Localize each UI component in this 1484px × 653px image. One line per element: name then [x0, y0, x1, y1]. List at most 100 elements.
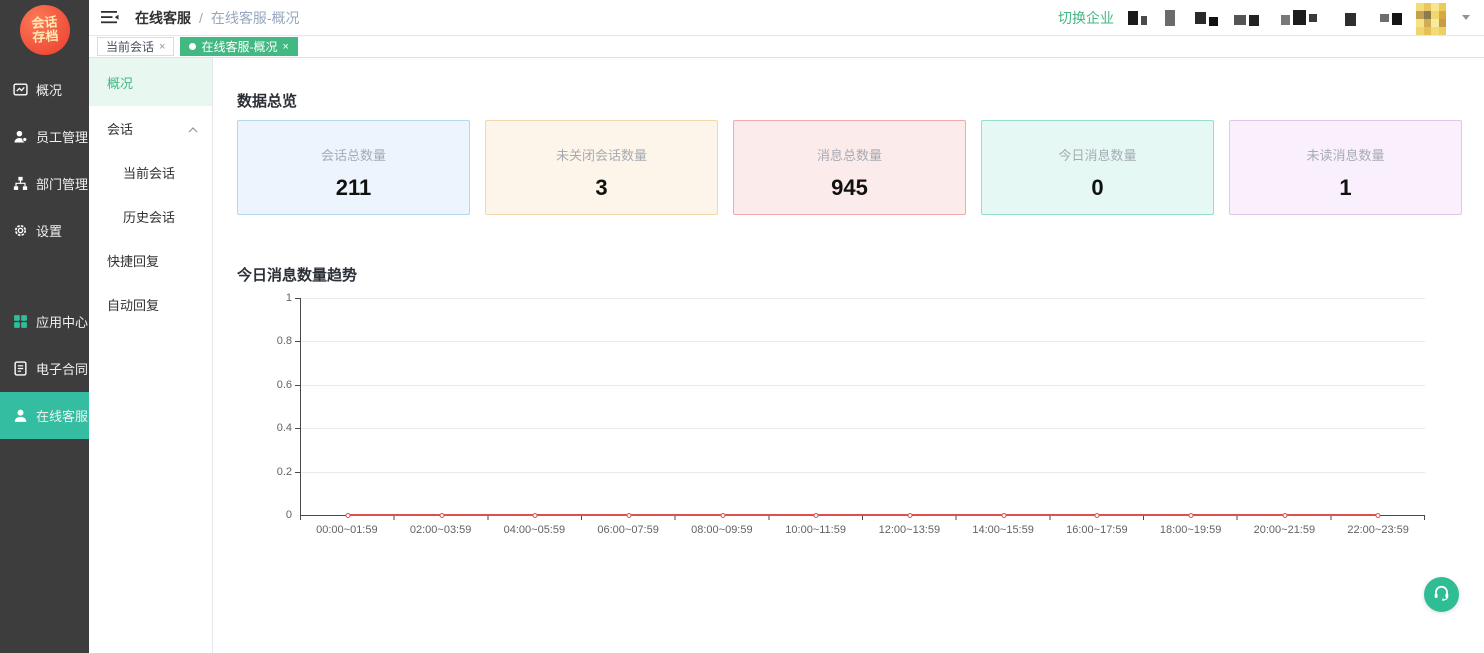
data-point[interactable] — [1282, 513, 1287, 518]
sidebar-item-departments[interactable]: 部门管理 — [0, 160, 89, 207]
sidebar-item-online-service[interactable]: 在线客服 — [0, 392, 89, 439]
logo-text-line2: 存档 — [32, 29, 59, 45]
sidebar-item-label: 电子合同 — [36, 359, 88, 378]
tab-label: 当前会话 — [106, 38, 154, 55]
data-point[interactable] — [1001, 513, 1006, 518]
stat-card-total-messages: 消息总数量 945 — [733, 120, 966, 215]
submenu-item-auto-reply[interactable]: 自动回复 — [89, 282, 212, 326]
main-area: 在线客服 / 在线客服-概况 切换企业 — [89, 0, 1484, 653]
data-point[interactable] — [345, 513, 350, 518]
x-axis-label: 02:00~03:59 — [394, 524, 488, 536]
sidebar-item-app-center[interactable]: 应用中心 — [0, 298, 89, 345]
submenu-item-label: 当前会话 — [123, 163, 175, 182]
tab-close-icon[interactable]: × — [159, 41, 165, 53]
sidebar-item-staff[interactable]: 员工管理 — [0, 113, 89, 160]
navbar-right-group: 切换企业 — [1058, 1, 1470, 35]
sidebar-item-settings[interactable]: 设置 — [0, 207, 89, 254]
gridline — [301, 385, 1425, 386]
submenu-item-label: 概况 — [107, 73, 133, 92]
sidebar-item-label: 员工管理 — [36, 127, 88, 146]
submenu-group-session[interactable]: 会话 — [89, 106, 212, 150]
submenu-group-label: 会话 — [107, 119, 133, 138]
active-tab-dot — [189, 43, 196, 50]
avatar[interactable] — [1416, 3, 1446, 35]
apps-grid-icon — [13, 314, 28, 329]
stat-card-label: 今日消息数量 — [982, 145, 1213, 164]
chevron-down-icon[interactable] — [1462, 15, 1470, 20]
logo[interactable]: 会话 存档 — [0, 0, 89, 60]
section-title-message-trend: 今日消息数量趋势 — [237, 264, 1462, 284]
submenu-item-quick-reply[interactable]: 快捷回复 — [89, 238, 212, 282]
submenu-item-label: 自动回复 — [107, 295, 159, 314]
x-axis-label: 16:00~17:59 — [1050, 524, 1144, 536]
data-point[interactable] — [1095, 513, 1100, 518]
tab-current-session[interactable]: 当前会话 × — [97, 37, 174, 56]
x-axis-label: 06:00~07:59 — [581, 524, 675, 536]
data-point[interactable] — [907, 513, 912, 518]
breadcrumb-root[interactable]: 在线客服 — [135, 8, 191, 28]
y-axis-label: 0 — [286, 509, 292, 521]
data-point[interactable] — [1188, 513, 1193, 518]
series-line — [348, 514, 1378, 516]
content-panel: 数据总览 会话总数量 211 未关闭会话数量 3 消息总数量 945 — [213, 58, 1484, 653]
switch-company-link[interactable]: 切换企业 — [1058, 8, 1114, 28]
redacted-company-name — [1128, 8, 1402, 28]
stat-card-total-sessions: 会话总数量 211 — [237, 120, 470, 215]
x-axis-label: 00:00~01:59 — [300, 524, 394, 536]
tags-view-bar: 当前会话 × 在线客服-概况 × — [89, 36, 1484, 58]
x-axis-label: 08:00~09:59 — [675, 524, 769, 536]
stat-card-open-sessions: 未关闭会话数量 3 — [485, 120, 718, 215]
sidebar-item-label: 部门管理 — [36, 174, 88, 193]
logo-badge: 会话 存档 — [18, 3, 71, 56]
stat-card-label: 会话总数量 — [238, 145, 469, 164]
sidebar-item-label: 应用中心 — [36, 312, 88, 331]
x-axis-label: 18:00~19:59 — [1144, 524, 1238, 536]
trend-line-chart: 1 0.8 0.6 0.4 0.2 0 — [300, 298, 1425, 536]
sidebar-spacer — [0, 254, 89, 298]
customer-service-float-button[interactable] — [1424, 577, 1459, 612]
stat-card-value: 0 — [982, 175, 1213, 201]
x-axis-label: 12:00~13:59 — [863, 524, 957, 536]
x-axis-label: 04:00~05:59 — [488, 524, 582, 536]
sidebar-item-label: 在线客服 — [36, 406, 88, 425]
stat-card-label: 未读消息数量 — [1230, 145, 1461, 164]
data-point[interactable] — [533, 513, 538, 518]
x-axis-label: 10:00~11:59 — [769, 524, 863, 536]
sidebar-fold-icon[interactable] — [101, 10, 119, 25]
stat-card-value: 1 — [1230, 175, 1461, 201]
data-point[interactable] — [720, 513, 725, 518]
data-point[interactable] — [1376, 513, 1381, 518]
submenu-item-overview[interactable]: 概况 — [89, 58, 212, 106]
tab-online-service-overview[interactable]: 在线客服-概况 × — [180, 37, 297, 56]
data-point[interactable] — [626, 513, 631, 518]
submenu-item-label: 快捷回复 — [107, 251, 159, 270]
headset-icon — [1432, 583, 1451, 607]
section-title-data-overview: 数据总览 — [237, 90, 1462, 110]
staff-icon — [13, 129, 28, 144]
top-navbar: 在线客服 / 在线客服-概况 切换企业 — [89, 0, 1484, 36]
body-row: 概况 会话 当前会话 历史会话 快捷回复 自动回复 — [89, 58, 1484, 653]
sidebar-nav: 概况 员工管理 部门管理 设置 — [0, 66, 89, 439]
submenu-item-history-session[interactable]: 历史会话 — [89, 194, 212, 238]
department-tree-icon — [13, 176, 28, 191]
gridline — [301, 472, 1425, 473]
submenu-item-current-session[interactable]: 当前会话 — [89, 150, 212, 194]
data-point[interactable] — [439, 513, 444, 518]
x-axis-labels: 00:00~01:59 02:00~03:59 04:00~05:59 06:0… — [300, 524, 1425, 536]
tab-close-icon[interactable]: × — [282, 41, 288, 53]
stat-card-value: 945 — [734, 175, 965, 201]
x-axis-label: 22:00~23:59 — [1331, 524, 1425, 536]
x-axis-label: 14:00~15:59 — [956, 524, 1050, 536]
stat-card-value: 211 — [238, 175, 469, 201]
data-point[interactable] — [814, 513, 819, 518]
secondary-sidebar: 概况 会话 当前会话 历史会话 快捷回复 自动回复 — [89, 58, 213, 653]
stat-card-unread-messages: 未读消息数量 1 — [1229, 120, 1462, 215]
sidebar-item-overview[interactable]: 概况 — [0, 66, 89, 113]
customer-service-person-icon — [13, 408, 28, 423]
contract-document-icon — [13, 361, 28, 376]
tab-label: 在线客服-概况 — [201, 38, 277, 55]
chevron-up-icon — [188, 121, 198, 136]
app-window: 会话 存档 概况 员工管理 部门管理 — [0, 0, 1484, 653]
sidebar-item-e-contract[interactable]: 电子合同 — [0, 345, 89, 392]
stat-card-today-messages: 今日消息数量 0 — [981, 120, 1214, 215]
